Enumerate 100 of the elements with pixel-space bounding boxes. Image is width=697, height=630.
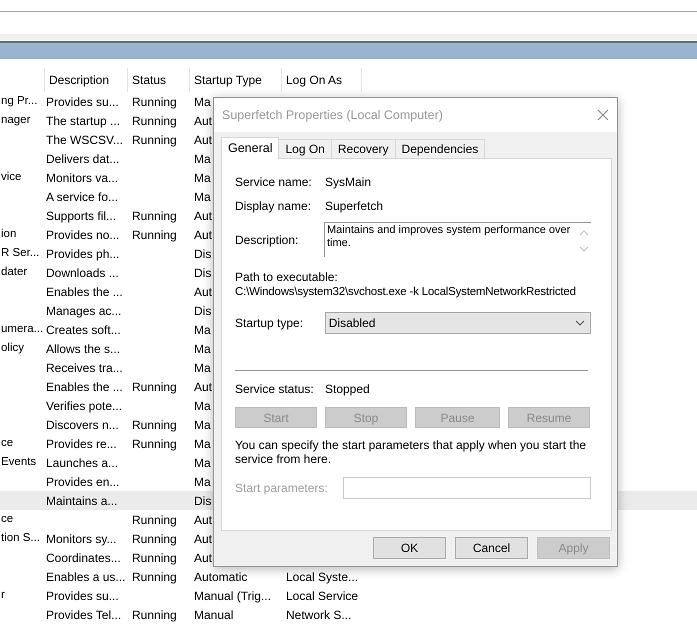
table-cell-text: Aut xyxy=(194,226,212,244)
table-cell-text: Enables the ... xyxy=(46,378,123,396)
tab[interactable]: Log On xyxy=(279,139,332,158)
table-cell-text: Verifies pote... xyxy=(46,398,122,414)
table-cell-text: Running xyxy=(132,208,177,224)
table-cell-text: Provides re... xyxy=(46,436,117,452)
column-header[interactable]: Log On As xyxy=(282,68,362,92)
table-cell-text: olicy xyxy=(1,340,24,356)
table-cell-text: Ma xyxy=(194,454,211,472)
table-cell-text: Provides en... xyxy=(46,474,120,490)
table-cell-text: Ma xyxy=(194,170,211,186)
table-cell-text: Aut xyxy=(194,530,212,548)
field-label: Service name: xyxy=(235,174,313,190)
table-cell-text: Maintains a... xyxy=(46,492,118,510)
table-cell-text: Running xyxy=(132,112,177,130)
table-cell-text: nager xyxy=(1,112,30,128)
field-label: Display name: xyxy=(235,198,312,214)
field-label: Startup type: xyxy=(235,315,304,332)
table-cell-text: Aut xyxy=(194,550,212,566)
table-cell-text: Local Syste... xyxy=(286,568,358,586)
table-cell-text: Dis xyxy=(194,302,212,320)
chevron-icon xyxy=(575,320,585,326)
table-cell-text: ion xyxy=(1,226,16,242)
description-box[interactable]: Maintains and improves system performance over time. xyxy=(324,222,591,257)
table-cell-text: Running xyxy=(132,94,177,110)
table-cell-text: Ma xyxy=(194,94,211,110)
table-cell-text: Ma xyxy=(194,150,211,168)
table-cell-text: Discovers n... xyxy=(46,416,119,434)
field-value: SysMain xyxy=(325,174,372,190)
path-text: C:\Windows\system32\svchost.exe -k LocalSystemNetworkRestricted xyxy=(235,285,577,300)
table-cell-text: Ma xyxy=(194,322,211,338)
tab[interactable]: Dependencies xyxy=(396,139,486,158)
table-cell-text: Network S... xyxy=(286,606,352,624)
table-cell-text: Monitors va... xyxy=(46,170,118,186)
tab[interactable]: General xyxy=(221,137,280,159)
table-cell-text: Provides Tel... xyxy=(46,606,122,624)
table-cell-text: Supports fil... xyxy=(46,208,116,224)
table-cell-text: Running xyxy=(132,512,177,528)
table-cell-text: Ma xyxy=(194,416,211,434)
table-cell-text: Allows the s... xyxy=(46,340,120,358)
table-cell-text: Provides no... xyxy=(46,226,120,244)
table-cell-text: Provides ph... xyxy=(46,246,120,262)
table-cell-text: tion S... xyxy=(1,530,40,546)
table-cell-text: Local Service xyxy=(286,588,358,604)
table-cell-text: Automatic xyxy=(194,568,248,586)
table-cell-text: Running xyxy=(132,132,177,148)
table-cell-text: Running xyxy=(132,226,177,244)
tab[interactable]: Recovery xyxy=(332,139,396,158)
table-cell-text: Manual xyxy=(194,606,234,624)
table-cell-text: Ma xyxy=(194,436,211,452)
table-cell-text: Running xyxy=(132,378,177,396)
table-cell-text: Downloads ... xyxy=(46,264,119,282)
table-cell-text: Running xyxy=(132,416,177,434)
table-cell-text: Monitors sy... xyxy=(46,530,116,548)
table-cell-text: Aut xyxy=(194,512,212,528)
table-cell-text: Aut xyxy=(194,112,212,130)
table-cell-text: Running xyxy=(132,530,177,548)
table-cell-text: Manual (Trig... xyxy=(194,588,271,604)
table-cell-text: Enables the ... xyxy=(46,284,123,300)
field-value: Stopped xyxy=(325,380,370,398)
column-header[interactable]: Status xyxy=(128,68,190,92)
table-cell-text: umera... xyxy=(1,322,44,337)
column-header[interactable]: Description xyxy=(45,68,128,92)
field-value: Superfetch xyxy=(325,198,384,214)
table-cell-text: Running xyxy=(132,568,177,586)
table-cell-text: Coordinates... xyxy=(46,550,121,566)
dialog-button[interactable]: OK xyxy=(373,537,446,559)
table-cell-text: Aut xyxy=(194,378,212,396)
startup-type-dropdown[interactable]: Disabled xyxy=(324,312,591,334)
table-cell-text: ng Pr... xyxy=(1,94,38,109)
table-cell-text: Aut xyxy=(194,132,212,148)
table-cell-text: The WSCSV... xyxy=(46,132,123,148)
table-cell-text: Dis xyxy=(194,246,212,262)
dialog-title: Superfetch Properties (Local Computer) xyxy=(222,106,443,124)
column-header[interactable]: Startup Type xyxy=(190,68,282,92)
table-cell-text: Ma xyxy=(194,360,211,376)
table-cell-text: Enables a us... xyxy=(46,568,126,586)
table-cell-text: The startup ... xyxy=(46,112,120,130)
table-cell-text: ce xyxy=(1,512,14,527)
table-cell-text: A service fo... xyxy=(46,188,118,206)
table-cell-text: Provides su... xyxy=(46,94,119,110)
table-cell-text: Ma xyxy=(194,340,211,358)
table-cell-text: Receives tra... xyxy=(46,360,123,376)
table-cell-text: dater xyxy=(1,264,28,280)
table-cell-text: Launches a... xyxy=(46,454,118,472)
table-cell-text: Running xyxy=(132,606,177,624)
table-cell-text: Manages ac... xyxy=(46,302,122,320)
table-cell-text: Provides su... xyxy=(46,588,119,604)
table-cell-text: Aut xyxy=(194,284,212,300)
table-cell-text: Running xyxy=(132,550,177,566)
dialog-button[interactable]: Cancel xyxy=(455,537,528,559)
table-cell-text: ce xyxy=(1,436,14,451)
field-label: Description: xyxy=(235,232,300,248)
table-cell-text: Dis xyxy=(194,264,212,282)
table-cell-text: Delivers dat... xyxy=(46,150,120,168)
description-text: Maintains and improves system performance over time. xyxy=(326,223,572,251)
hint-text: You can specify the start parameters that apply when you start the service from here. xyxy=(235,438,588,466)
close-icon[interactable] xyxy=(597,109,609,121)
field-label: Path to executable: xyxy=(235,269,339,284)
table-cell-text: Events xyxy=(1,454,36,470)
